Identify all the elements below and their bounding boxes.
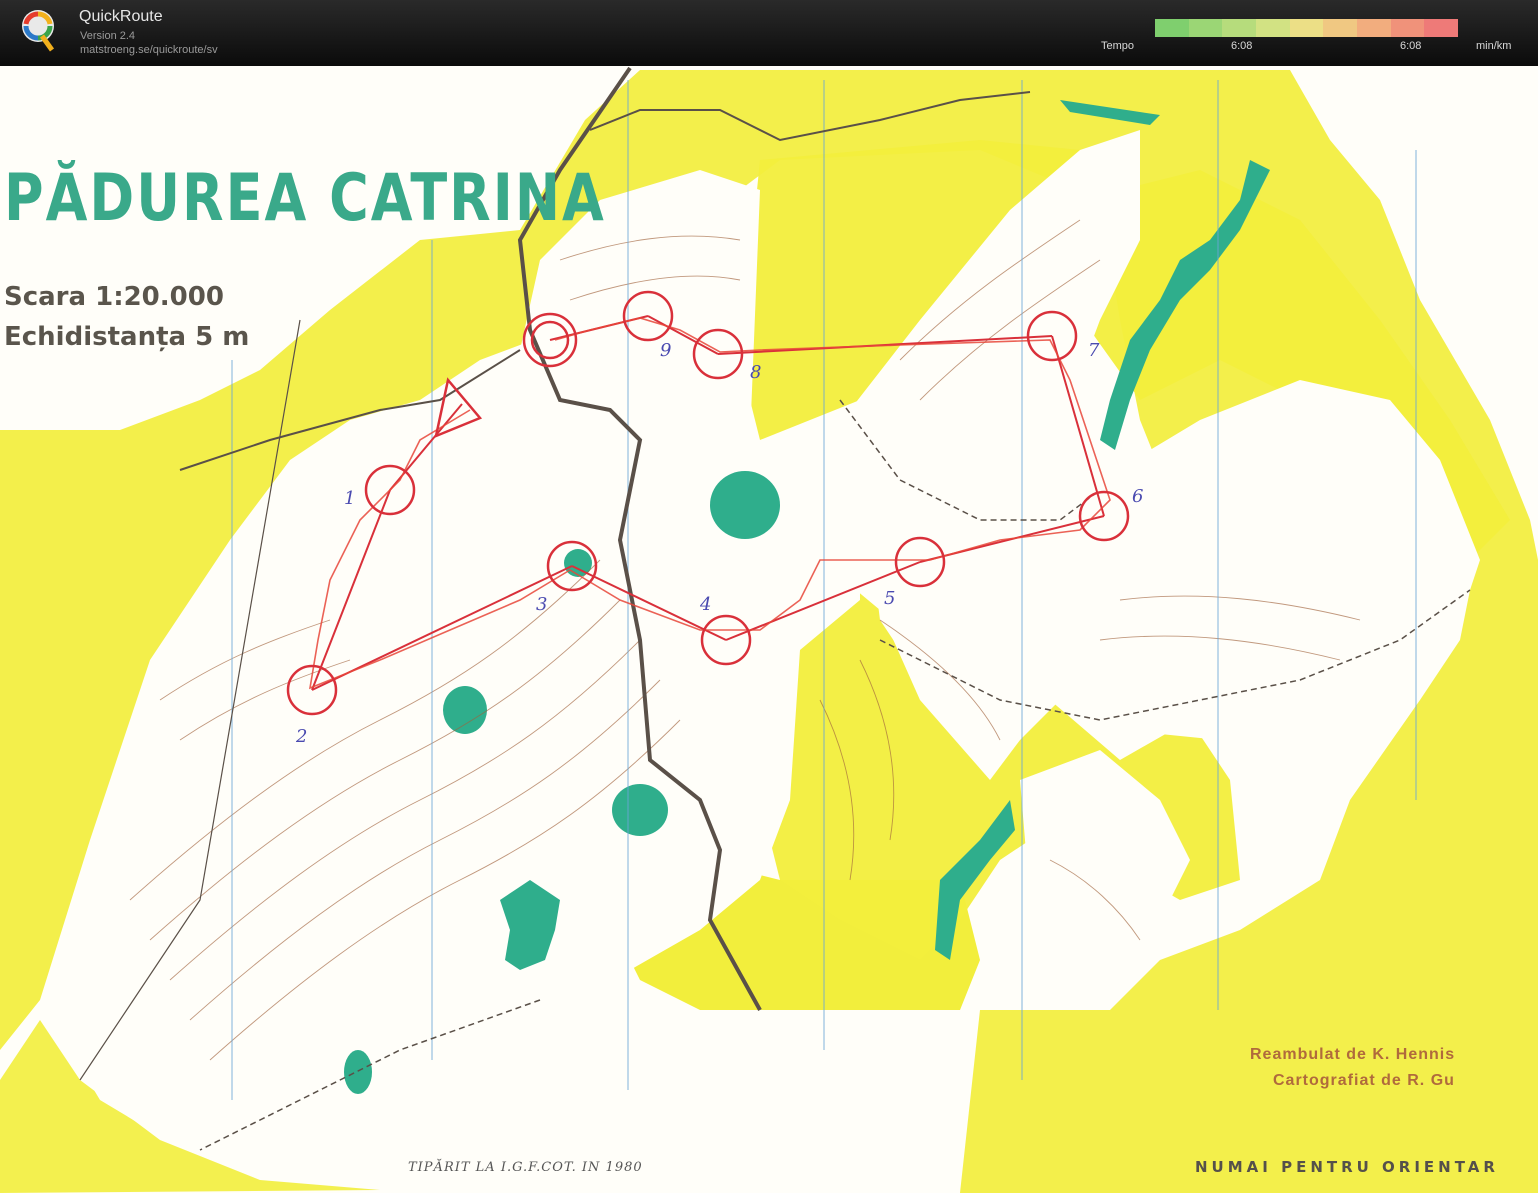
tempo-color-segment	[1289, 19, 1324, 37]
map-credit-cartografiat: Cartografiat de R. Gu	[1273, 1072, 1455, 1089]
tempo-color-scale	[1155, 19, 1459, 37]
tempo-color-segment	[1155, 19, 1189, 37]
orienteering-map[interactable]: PĂDUREA CATRINA Scara 1:20.000 Echidista…	[0, 66, 1538, 1193]
map-footer: NUMAI PENTRU ORIENTAR	[1195, 1158, 1499, 1176]
tempo-color-segment	[1188, 19, 1223, 37]
tempo-color-segment	[1424, 19, 1459, 37]
map-printed-note: TIPĂRIT LA I.G.F.COT. IN 1980	[408, 1160, 643, 1175]
app-title: QuickRoute	[79, 8, 163, 25]
quickroute-logo-icon	[22, 10, 55, 52]
map-contour-interval: Echidistanța 5 m	[4, 322, 250, 352]
tempo-min-value: 6:08	[1231, 40, 1253, 52]
control-number-5: 5	[884, 588, 896, 609]
tempo-color-segment	[1390, 19, 1425, 37]
tempo-color-segment	[1357, 19, 1391, 37]
map-title: PĂDUREA CATRINA	[4, 160, 606, 236]
control-number-9: 9	[660, 340, 672, 361]
control-number-6: 6	[1132, 486, 1144, 507]
control-number-7: 7	[1088, 340, 1100, 361]
control-number-8: 8	[750, 362, 762, 383]
tempo-color-segment	[1222, 19, 1257, 37]
app-url-link[interactable]: matstroeng.se/quickroute/sv	[80, 44, 218, 56]
tempo-color-segment	[1323, 19, 1358, 37]
app-version: Version 2.4	[80, 30, 136, 42]
header-bar: QuickRoute Version 2.4 matstroeng.se/qui…	[0, 0, 1538, 66]
tempo-max-value: 6:08	[1400, 40, 1422, 52]
tempo-label: Tempo	[1101, 40, 1135, 52]
tempo-unit: min/km	[1476, 40, 1512, 52]
control-number-2: 2	[296, 726, 308, 747]
map-credit-reambulat: Reambulat de K. Hennis	[1250, 1046, 1456, 1063]
tempo-color-segment	[1256, 19, 1290, 37]
quickroute-window: QuickRoute Version 2.4 matstroeng.se/qui…	[0, 0, 1538, 1193]
control-number-3: 3	[536, 594, 548, 615]
control-number-4: 4	[700, 594, 712, 615]
map-scale: Scara 1:20.000	[4, 282, 224, 312]
control-number-1: 1	[344, 488, 356, 509]
